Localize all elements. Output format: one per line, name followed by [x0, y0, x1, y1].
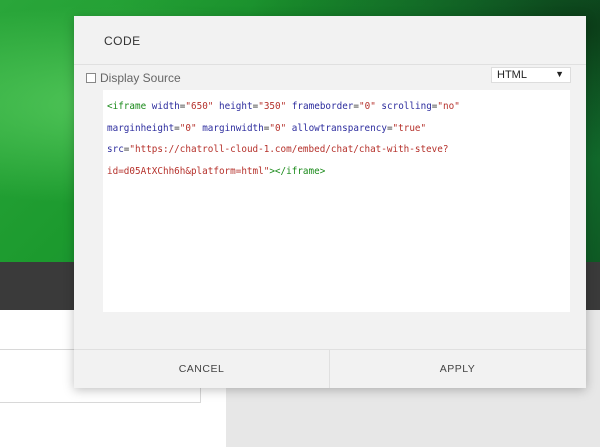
code-token: "0" — [269, 122, 287, 134]
code-line: src="https://chatroll-cloud-1.com/embed/… — [107, 139, 566, 161]
code-token: marginwidth — [202, 122, 264, 134]
mode-select-value: HTML — [497, 69, 527, 81]
modal-title: CODE — [104, 34, 141, 48]
mode-select[interactable]: HTML ▼ — [491, 67, 571, 83]
apply-button[interactable]: APPLY — [330, 350, 585, 388]
code-token: "0" — [359, 101, 376, 112]
display-source-checkbox[interactable] — [86, 73, 96, 83]
cancel-button[interactable]: CANCEL — [74, 350, 330, 388]
chevron-down-icon: ▼ — [555, 69, 564, 79]
code-token: width — [151, 101, 180, 112]
modal-header: CODE — [74, 16, 586, 65]
code-token: <iframe — [107, 101, 147, 112]
code-token: src — [107, 144, 124, 155]
code-token: "true" — [392, 122, 427, 134]
code-editor[interactable]: <iframe width="650" height="350" framebo… — [103, 90, 570, 312]
code-token: scrolling — [381, 101, 432, 112]
code-token: allowtransparency — [291, 122, 387, 134]
code-token: frameborder — [291, 101, 354, 112]
modal-footer: CANCEL APPLY — [74, 349, 586, 388]
code-line: marginheight="0" marginwidth="0" allowtr… — [107, 118, 566, 140]
code-token: ></iframe> — [269, 165, 326, 177]
code-token: "https://chatroll-cloud-1.com/embed/chat… — [129, 144, 449, 155]
code-token: height — [219, 101, 253, 112]
code-modal: CODE Display Source HTML ▼ <iframe width… — [74, 16, 586, 388]
code-line: <iframe width="650" height="350" framebo… — [107, 96, 566, 118]
code-token: "0" — [179, 122, 197, 134]
display-source-label[interactable]: Display Source — [100, 71, 181, 85]
code-line: id=d05AtXChh6h&platform=html"></iframe> — [107, 161, 566, 183]
code-token: "350" — [258, 101, 287, 112]
code-token: "no" — [437, 101, 460, 112]
code-token: marginheight — [107, 122, 175, 134]
code-token: "650" — [185, 101, 214, 112]
code-token: id=d05AtXChh6h&platform=html" — [107, 165, 270, 177]
